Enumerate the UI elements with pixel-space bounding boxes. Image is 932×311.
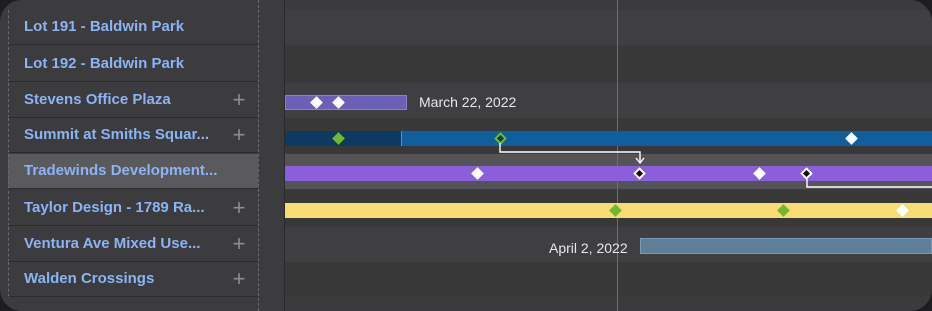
row-label: Taylor Design - 1789 Ra... [24,199,205,216]
row-stevens-office-plaza[interactable]: Stevens Office Plaza + [8,83,258,118]
add-icon[interactable]: + [230,268,248,290]
dependency-line [499,143,641,162]
task-name-column: Lot 191 - Baldwin Park Lot 192 - Baldwin… [0,0,285,311]
dependency-links [499,143,932,188]
row-taylor-design[interactable]: Taylor Design - 1789 Ra... + [8,191,258,226]
row-summit-at-smiths[interactable]: Summit at Smiths Squar... + [8,118,258,153]
row-ventura-ave[interactable]: Ventura Ave Mixed Use... + [8,227,258,262]
row-label: Summit at Smiths Squar... [24,126,210,143]
timeline-area: March 22, 2022 April 2, 2022 [285,0,932,311]
row-lot-191[interactable]: Lot 191 - Baldwin Park [8,10,258,45]
column-divider [258,0,259,311]
row-lot-192[interactable]: Lot 192 - Baldwin Park [8,47,258,82]
row-tradewinds-development[interactable]: Tradewinds Development... [8,154,258,189]
row-label: Lot 191 - Baldwin Park [24,18,185,35]
row-walden-crossings[interactable]: Walden Crossings + [8,262,258,297]
gantt-view: Lot 191 - Baldwin Park Lot 192 - Baldwin… [0,0,932,311]
add-icon[interactable]: + [230,197,248,219]
add-icon[interactable]: + [230,89,248,111]
row-label: Stevens Office Plaza [24,91,171,108]
row-label: Walden Crossings [24,270,155,287]
dependency-line [806,178,932,188]
row-label: Lot 192 - Baldwin Park [24,55,185,72]
row-label: Tradewinds Development... [24,162,218,179]
add-icon[interactable]: + [230,124,248,146]
row-label: Ventura Ave Mixed Use... [24,235,201,252]
add-icon[interactable]: + [230,233,248,255]
